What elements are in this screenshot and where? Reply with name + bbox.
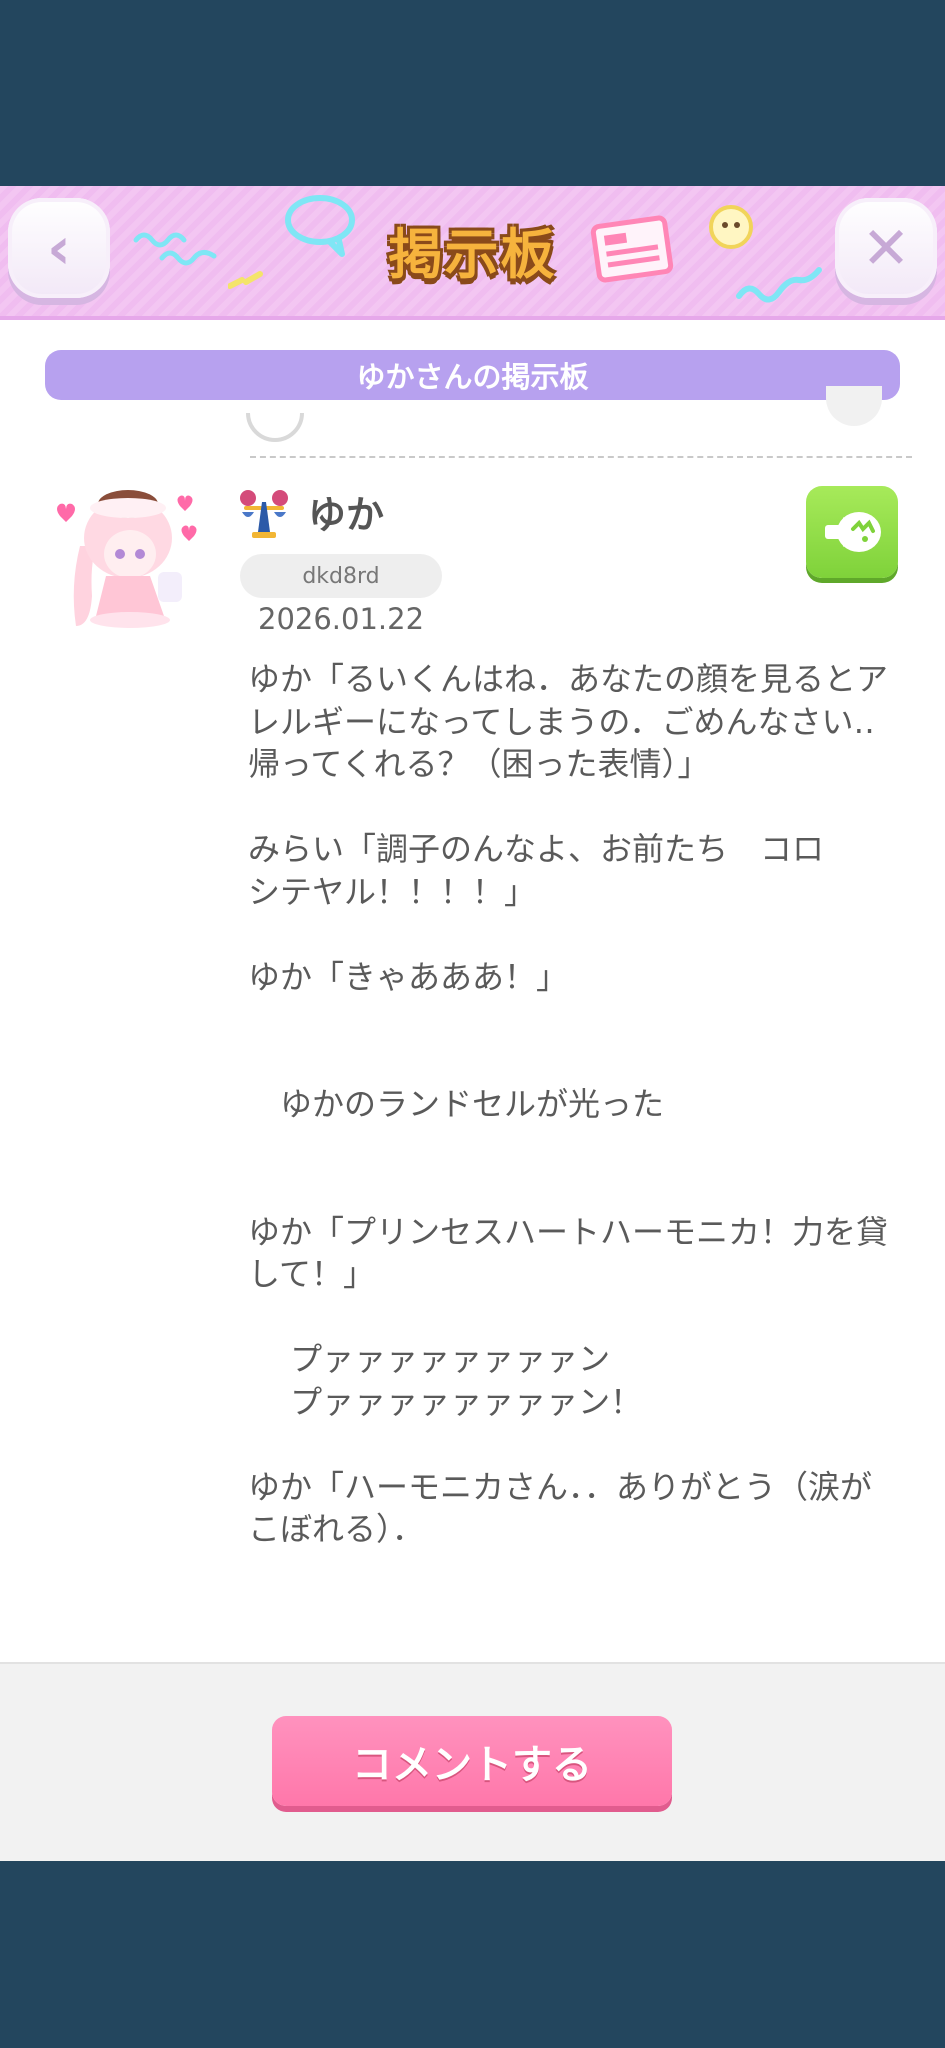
previous-post-button-partial [826, 386, 882, 426]
board-screen: ‹ 掲示板 ✕ ゆかさんの掲示板 ゆか dkd8rd 2026.01.22 ゆか… [0, 186, 945, 1861]
page-title: 掲示板 [388, 223, 557, 286]
avatar[interactable] [40, 476, 210, 636]
visit-room-button[interactable] [806, 486, 898, 578]
header-bar: ‹ 掲示板 ✕ [0, 186, 945, 320]
post-divider [250, 456, 912, 458]
comment-button[interactable]: コメントする [272, 1716, 672, 1806]
scale-badge-icon [240, 490, 288, 538]
footer-bar: コメントする [0, 1662, 945, 1861]
close-icon: ✕ [861, 214, 911, 282]
close-button[interactable]: ✕ [835, 198, 937, 298]
post-user-id: dkd8rd [240, 554, 442, 598]
post-date: 2026.01.22 [258, 602, 425, 636]
post-username[interactable]: ゆか [308, 484, 384, 539]
board-owner-label: ゆかさんの掲示板 [45, 350, 900, 400]
arrow-door-icon [825, 512, 881, 552]
